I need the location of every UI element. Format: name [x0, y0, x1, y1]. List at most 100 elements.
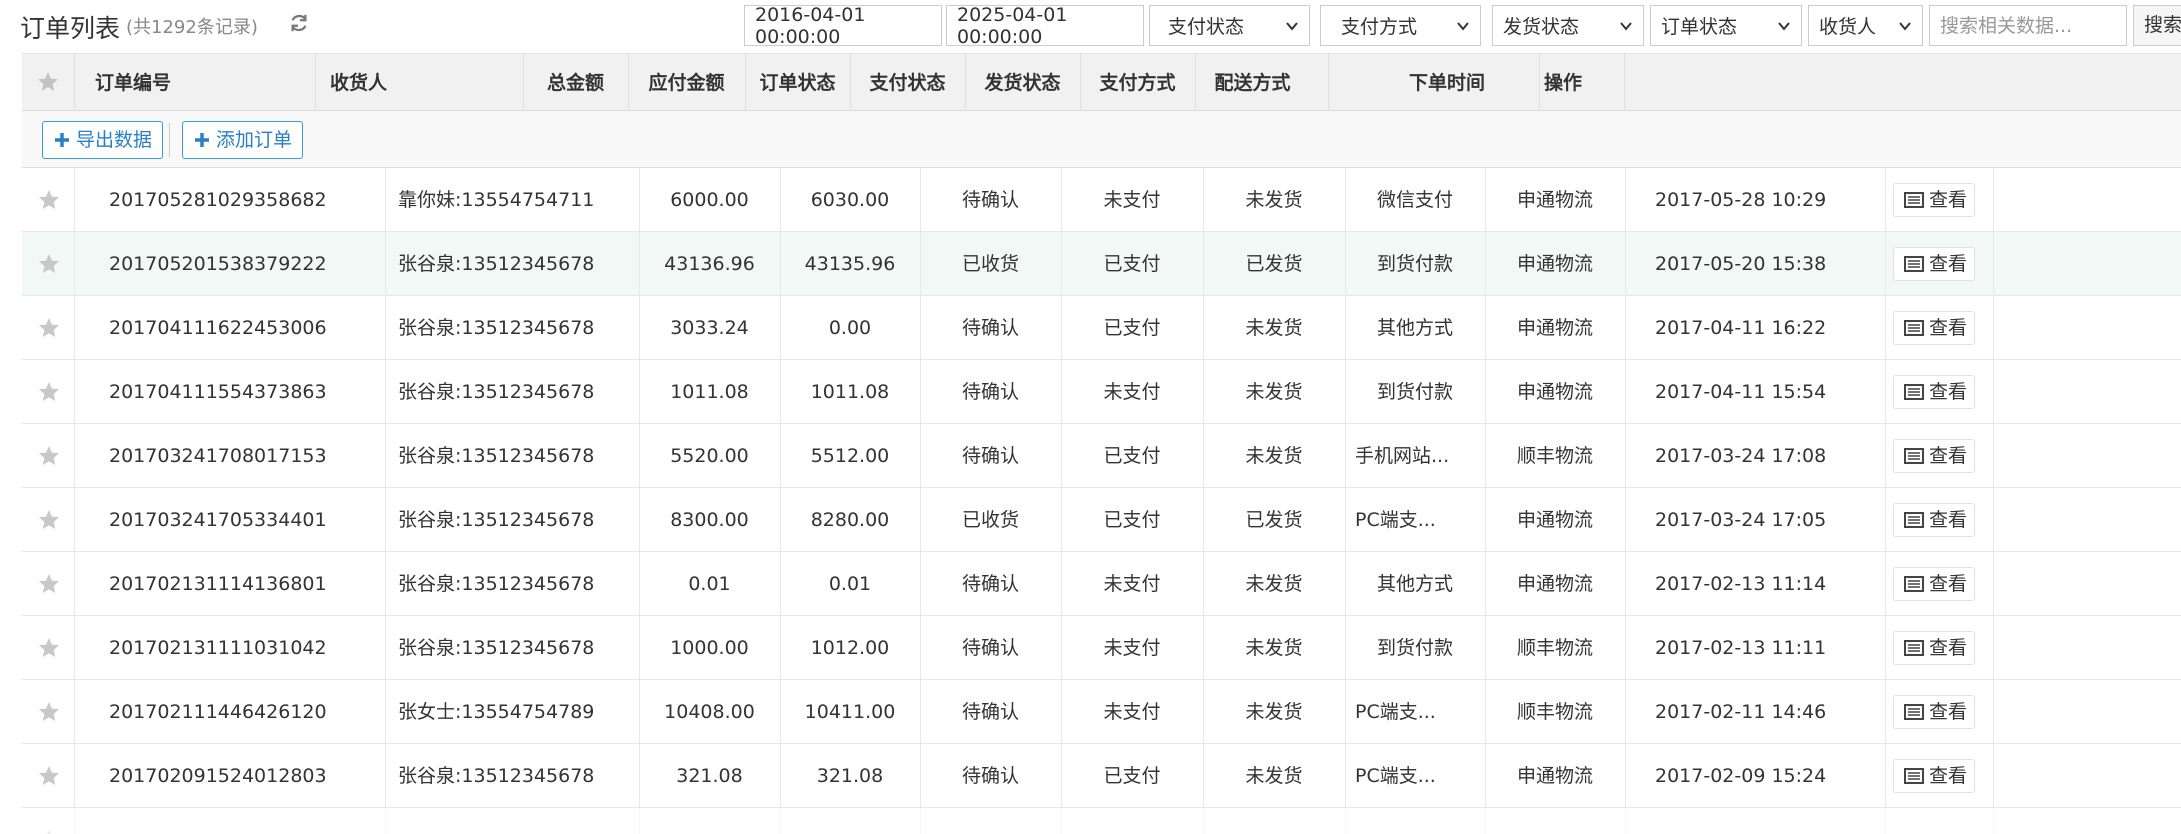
table-row[interactable]: 201702111446426120 张女士:13554754789 10408.0…: [22, 680, 2181, 744]
search-button[interactable]: 搜索: [2133, 5, 2181, 46]
cell-ship-status: 未发货: [1245, 701, 1303, 723]
table-row[interactable]: 201702131114136801 张谷泉:13512345678 0.01 0.0…: [22, 552, 2181, 616]
export-data-button[interactable]: 导出数据: [42, 121, 164, 159]
column-header-ship-status[interactable]: 发货状态: [965, 54, 1080, 112]
star-icon[interactable]: [37, 444, 61, 468]
list-icon: [1904, 768, 1924, 784]
star-icon[interactable]: [37, 252, 61, 276]
cell-payable: 1012.00: [810, 637, 890, 659]
refresh-icon[interactable]: [288, 12, 310, 34]
column-divider: [1345, 680, 1346, 744]
cell-delivery: 申通物流: [1516, 189, 1593, 211]
view-button[interactable]: 查看: [1893, 183, 1975, 217]
column-divider: [1625, 744, 1626, 808]
list-icon: [1904, 640, 1924, 656]
search-field[interactable]: [1929, 5, 2127, 46]
table-row[interactable]: 201705201538379222 张谷泉:13512345678 43136.9…: [22, 232, 2181, 296]
star-icon[interactable]: [37, 508, 61, 532]
date-end-field[interactable]: 2025-04-01 00:00:00: [946, 4, 1144, 48]
search-input[interactable]: [1940, 14, 2126, 37]
star-icon[interactable]: [37, 380, 61, 404]
pay-status-select[interactable]: 支付状态: [1149, 5, 1310, 46]
view-button-label: 查看: [1929, 701, 1968, 723]
cell-total: 1000.00: [670, 637, 749, 659]
star-icon[interactable]: [36, 70, 60, 94]
view-button[interactable]: 查看: [1893, 631, 1975, 665]
view-button-label: 查看: [1929, 253, 1968, 275]
cell-pay-status: 未支付: [1103, 637, 1161, 659]
order-status-select[interactable]: 订单状态: [1650, 5, 1802, 46]
cell-total: 1011.08: [670, 381, 749, 403]
cell-payable: 8280.00: [810, 509, 890, 531]
table-row[interactable]: 201704111622453006 张谷泉:13512345678 3033.24…: [22, 296, 2181, 360]
cell-payable: 43135.96: [804, 253, 896, 275]
cell-payable: 10411.00: [804, 701, 896, 723]
ship-status-select[interactable]: 发货状态: [1492, 5, 1644, 46]
cell-total: 10408.00: [664, 701, 755, 723]
column-header-order-no[interactable]: 订单编号: [95, 54, 171, 112]
column-divider: [1993, 744, 1994, 808]
cell-order-time: 2017-04-11 15:54: [1655, 381, 1827, 403]
column-header-payable[interactable]: 应付金额: [628, 54, 745, 112]
table-row[interactable]: [22, 808, 2181, 834]
pay-method-select[interactable]: 支付方式: [1320, 5, 1481, 46]
table-row[interactable]: 201704111554373863 张谷泉:13512345678 1011.08…: [22, 360, 2181, 424]
column-divider: [385, 552, 386, 616]
ship-status-select-label: 发货状态: [1503, 16, 1580, 38]
table-row[interactable]: 201702091524012803 张谷泉:13512345678 321.08 3…: [22, 744, 2181, 808]
cell-pay-method: 其他方式: [1376, 317, 1453, 339]
column-divider: [74, 424, 75, 488]
plus-icon: [195, 133, 209, 147]
view-button[interactable]: 查看: [1893, 439, 1975, 473]
table-row[interactable]: 201703241708017153 张谷泉:13512345678 5520.00…: [22, 424, 2181, 488]
column-header-order-status[interactable]: 订单状态: [745, 54, 850, 112]
column-divider: [1885, 616, 1886, 680]
date-start-field[interactable]: 2016-04-01 00:00:00: [744, 4, 942, 48]
column-divider: [74, 232, 75, 296]
table-row[interactable]: 201705281029358682 靠你妹:13554754711 6000.00…: [22, 168, 2181, 232]
view-button[interactable]: 查看: [1893, 311, 1975, 345]
add-order-button[interactable]: 添加订单: [182, 121, 304, 159]
star-icon[interactable]: [37, 636, 61, 660]
column-divider: [1625, 680, 1626, 744]
column-divider: [1993, 680, 1994, 744]
column-divider: [639, 808, 640, 834]
cell-delivery: 申通物流: [1516, 317, 1593, 339]
column-header-receiver[interactable]: 收货人: [330, 54, 387, 112]
table-row[interactable]: 201702131111031042 张谷泉:13512345678 1000.00…: [22, 616, 2181, 680]
view-button-label: 查看: [1929, 765, 1968, 787]
column-divider: [1993, 488, 1994, 552]
view-button[interactable]: 查看: [1893, 695, 1975, 729]
star-icon[interactable]: [37, 572, 61, 596]
column-divider: [74, 168, 75, 232]
column-header-total[interactable]: 总金额: [523, 54, 628, 112]
column-header-order-time[interactable]: 下单时间: [1328, 54, 1566, 112]
view-button[interactable]: 查看: [1893, 759, 1975, 793]
star-icon[interactable]: [37, 700, 61, 724]
cell-pay-status: 未支付: [1103, 701, 1161, 723]
chevron-down-icon: [1778, 22, 1790, 31]
table-row[interactable]: 201703241705334401 张谷泉:13512345678 8300.00…: [22, 488, 2181, 552]
star-icon[interactable]: [37, 188, 61, 212]
column-divider: [385, 744, 386, 808]
list-icon: [1904, 576, 1924, 592]
star-icon[interactable]: [37, 316, 61, 340]
cell-order-no: 201705281029358682: [109, 189, 327, 211]
column-divider: [1625, 488, 1626, 552]
cell-order-status: 待确认: [961, 701, 1019, 723]
cell-ship-status: 未发货: [1245, 317, 1303, 339]
column-divider: [1993, 232, 1994, 296]
star-icon[interactable]: [37, 764, 61, 788]
receiver-select[interactable]: 收货人: [1808, 5, 1923, 46]
cell-receiver: 张谷泉:13512345678: [398, 637, 595, 659]
star-icon[interactable]: [37, 828, 61, 834]
column-header-pay-method[interactable]: 支付方式: [1080, 54, 1195, 112]
view-button[interactable]: 查看: [1893, 247, 1975, 281]
cell-ship-status: 已发货: [1245, 509, 1303, 531]
view-button[interactable]: 查看: [1893, 567, 1975, 601]
cell-order-no: 201704111622453006: [109, 317, 327, 339]
column-header-delivery[interactable]: 配送方式: [1195, 54, 1310, 112]
view-button[interactable]: 查看: [1893, 375, 1975, 409]
view-button[interactable]: 查看: [1893, 503, 1975, 537]
column-header-pay-status[interactable]: 支付状态: [850, 54, 965, 112]
